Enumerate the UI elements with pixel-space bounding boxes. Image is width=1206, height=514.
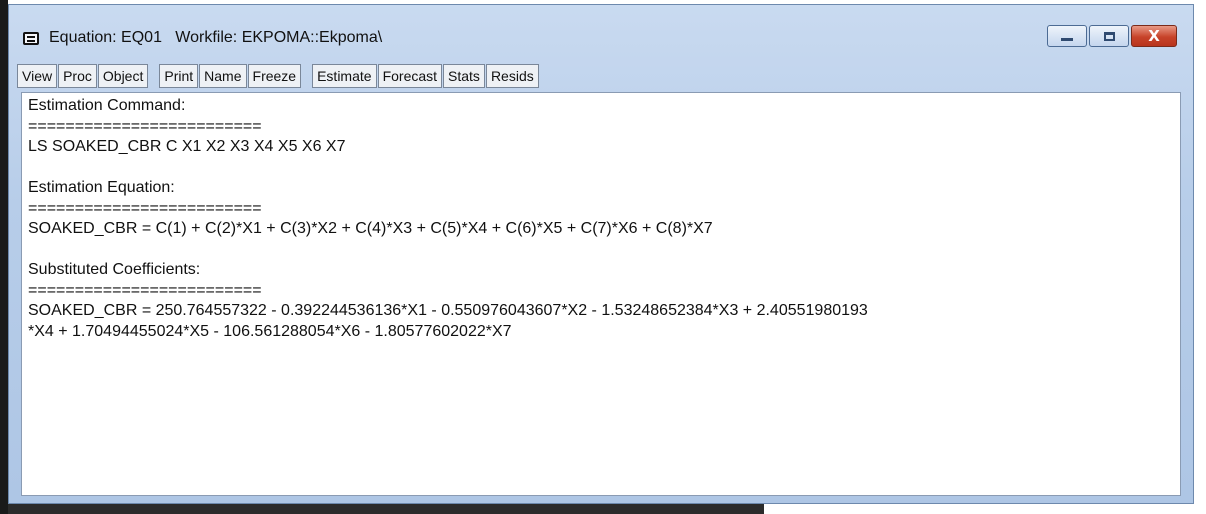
minimize-button[interactable]: [1047, 25, 1087, 47]
equation-output-pane[interactable]: Estimation Command: ====================…: [21, 92, 1181, 496]
estimation-command: LS SOAKED_CBR C X1 X2 X3 X4 X5 X6 X7: [28, 138, 346, 155]
name-button[interactable]: Name: [199, 64, 247, 88]
window-controls: X: [1047, 25, 1177, 47]
proc-button[interactable]: Proc: [58, 64, 97, 88]
estimate-button[interactable]: Estimate: [312, 64, 377, 88]
maximize-icon: [1104, 32, 1115, 41]
freeze-button[interactable]: Freeze: [247, 64, 302, 88]
equation-window: Equation: EQ01 Workfile: EKPOMA::Ekpoma\…: [8, 4, 1194, 504]
minimize-icon: [1061, 38, 1073, 41]
equation-heading: Estimation Equation:: [28, 179, 175, 196]
substituted-equation-line-2: *X4 + 1.70494455024*X5 - 106.561288054*X…: [28, 322, 512, 340]
separator-line: =========================: [28, 117, 262, 135]
background-window-edge: [8, 504, 764, 514]
close-button[interactable]: X: [1131, 25, 1177, 47]
estimation-equation: SOAKED_CBR = C(1) + C(2)*X1 + C(3)*X2 + …: [28, 220, 713, 237]
print-button[interactable]: Print: [159, 64, 199, 88]
maximize-button[interactable]: [1089, 25, 1129, 47]
resids-button[interactable]: Resids: [485, 64, 539, 88]
separator-line: =========================: [28, 199, 262, 217]
command-heading: Estimation Command:: [28, 97, 186, 114]
object-button[interactable]: Object: [97, 64, 149, 88]
window-menu-icon[interactable]: [23, 32, 39, 45]
substituted-equation-line-1: SOAKED_CBR = 250.764557322 - 0.392244536…: [28, 302, 868, 319]
close-icon: X: [1148, 27, 1160, 45]
title-bar[interactable]: Equation: EQ01 Workfile: EKPOMA::Ekpoma\…: [9, 5, 1193, 59]
equation-toolbar: View Proc Object Print Name Freeze Estim…: [17, 63, 540, 89]
separator-line: =========================: [28, 281, 262, 299]
coefficients-heading: Substituted Coefficients:: [28, 261, 201, 278]
stats-button[interactable]: Stats: [443, 64, 485, 88]
view-button[interactable]: View: [17, 64, 58, 88]
forecast-button[interactable]: Forecast: [377, 64, 443, 88]
left-window-edge: [0, 0, 8, 514]
window-title: Equation: EQ01 Workfile: EKPOMA::Ekpoma\: [49, 29, 383, 46]
